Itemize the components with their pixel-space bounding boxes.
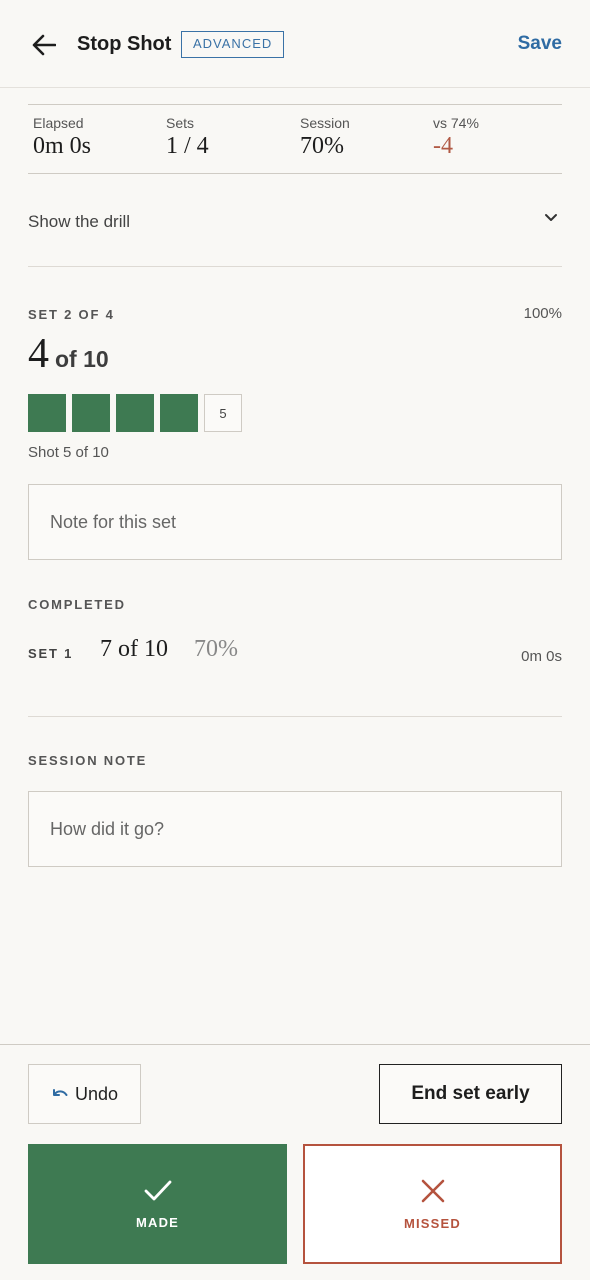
made-shot (28, 394, 66, 432)
stat-elapsed: Elapsed 0m 0s (33, 115, 91, 160)
arrow-left-icon (32, 34, 56, 56)
completed-set-percent: 70% (194, 636, 238, 662)
save-button[interactable]: Save (518, 33, 562, 55)
session-note-title: SESSION NOTE (28, 753, 148, 768)
shot-caption: Shot 5 of 10 (28, 444, 109, 461)
made-count: 4 (28, 331, 49, 377)
end-set-early-button[interactable]: End set early (379, 1064, 562, 1124)
stat-value: -4 (433, 133, 453, 159)
current-set-count: 4 of 10 (28, 330, 109, 378)
undo-button[interactable]: Undo (28, 1064, 141, 1124)
stat-value: 1 / 4 (166, 133, 209, 159)
completed-set-row: SET 1 7 of 10 70% 0m 0s (28, 632, 562, 672)
completed-set-score: 7 of 10 (100, 636, 168, 662)
stat-session: Session 70% (300, 115, 350, 160)
stat-label: Sets (166, 115, 195, 131)
action-footer: Undo End set early MADE MISSED (0, 1044, 590, 1280)
missed-label: MISSED (403, 1215, 462, 1231)
current-shot: 5 (204, 394, 242, 432)
completed-set-label: SET 1 (28, 646, 74, 661)
header: Stop Shot ADVANCED Save (0, 0, 590, 88)
x-icon (421, 1179, 444, 1202)
show-drill-label: Show the drill (28, 212, 131, 231)
missed-button[interactable]: MISSED (303, 1144, 562, 1264)
stat-sets: Sets 1 / 4 (166, 115, 209, 160)
made-shot (116, 394, 154, 432)
stat-value: 0m 0s (33, 133, 92, 159)
stats-bar: Elapsed 0m 0s Sets 1 / 4 Session 70% vs … (28, 104, 562, 174)
stat-label: Session (300, 115, 350, 131)
divider (28, 716, 562, 717)
current-set-percent: 100% (523, 305, 562, 322)
chevron-down-icon (545, 214, 557, 221)
current-set-title: SET 2 OF 4 (28, 307, 115, 322)
made-label: MADE (135, 1214, 180, 1230)
shot-tracker: 5 (28, 394, 242, 432)
set-note-input[interactable] (28, 484, 562, 560)
session-note-input[interactable] (28, 791, 562, 867)
undo-label: Undo (74, 1083, 119, 1104)
completed-title: COMPLETED (28, 597, 126, 612)
made-shot (72, 394, 110, 432)
page-title: Stop Shot (77, 33, 172, 55)
made-shot (160, 394, 198, 432)
show-drill-toggle[interactable]: Show the drill (28, 175, 562, 267)
stat-label: vs 74% (433, 115, 479, 131)
back-button[interactable] (28, 30, 60, 60)
completed-set-time: 0m 0s (521, 648, 562, 665)
total-count: of 10 (55, 346, 109, 372)
difficulty-badge: ADVANCED (181, 31, 285, 58)
check-icon (144, 1180, 171, 1200)
stat-vs-target: vs 74% -4 (433, 115, 479, 160)
stat-label: Elapsed (33, 115, 84, 131)
undo-icon (52, 1089, 68, 1096)
stat-value: 70% (300, 133, 344, 159)
made-button[interactable]: MADE (28, 1144, 287, 1264)
